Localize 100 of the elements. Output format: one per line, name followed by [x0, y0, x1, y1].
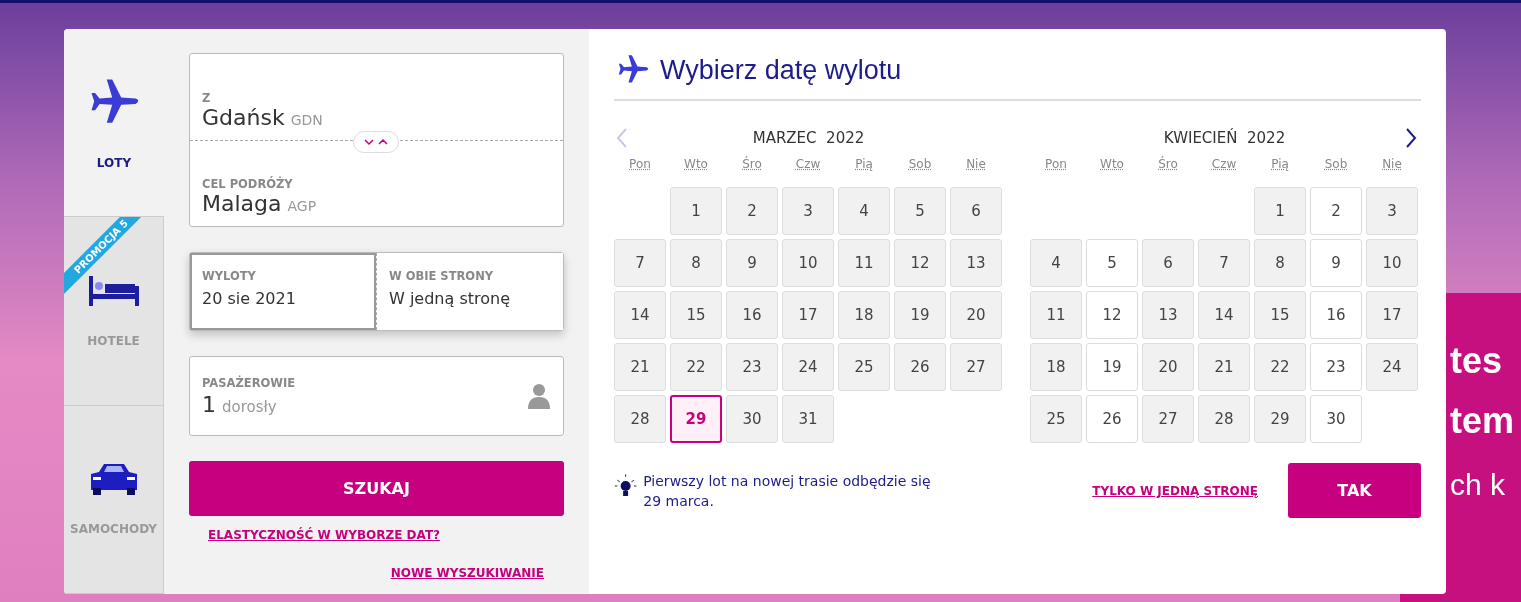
day-cell[interactable]: 3 [1366, 187, 1418, 235]
weekday-label: Wto [1099, 156, 1125, 173]
day-cell[interactable]: 11 [838, 239, 890, 287]
day-cell[interactable]: 4 [838, 187, 890, 235]
weekday-label: Nie [965, 156, 987, 173]
one-way-link[interactable]: TYLKO W JEDNĄ STRONĘ [1092, 483, 1258, 498]
day-cell[interactable]: 25 [1030, 395, 1082, 443]
promo-text: ch k [1450, 467, 1506, 503]
field-label: PASAŻEROWIE [202, 375, 296, 390]
field-label: Z [202, 91, 212, 105]
day-cell[interactable]: 15 [670, 291, 722, 339]
promo-text: tem [1450, 399, 1515, 443]
day-cell[interactable]: 8 [1254, 239, 1306, 287]
day-cell[interactable]: 10 [1366, 239, 1418, 287]
weekday-label: Sob [1323, 156, 1349, 173]
day-cell[interactable]: 29 [1254, 395, 1306, 443]
day-cell[interactable]: 27 [950, 343, 1002, 391]
weekday-label: Czw [1210, 156, 1238, 173]
passenger-type: dorosły [222, 397, 277, 416]
day-cell[interactable]: 23 [726, 343, 778, 391]
search-button[interactable]: SZUKAJ [189, 461, 564, 516]
day-cell[interactable]: 14 [1198, 291, 1250, 339]
weekday-label: Pią [1270, 156, 1290, 173]
info-note: Pierwszy lot na nowej trasie odbędzie się 29 marca. [643, 471, 932, 511]
day-cell[interactable]: 16 [726, 291, 778, 339]
calendar-title: Wybierz datę wylotu [660, 54, 902, 86]
confirm-button[interactable]: TAK [1288, 463, 1421, 518]
day-cell[interactable]: 30 [1310, 395, 1362, 443]
day-cell[interactable]: 26 [894, 343, 946, 391]
next-month-button[interactable] [1403, 127, 1419, 149]
weekday-label: Sob [907, 156, 933, 173]
day-cell[interactable]: 28 [614, 395, 666, 443]
day-cell[interactable]: 22 [1254, 343, 1306, 391]
airport-code: GDN [290, 112, 323, 128]
flexible-dates-link[interactable]: ELASTYCZNOŚĆ W WYBORZE DAT? [208, 528, 441, 542]
day-cell[interactable]: 12 [1086, 291, 1138, 339]
day-cell[interactable]: 21 [614, 343, 666, 391]
day-cell[interactable]: 7 [1198, 239, 1250, 287]
day-cell[interactable]: 5 [894, 187, 946, 235]
day-cell[interactable]: 9 [1310, 239, 1362, 287]
day-cell[interactable]: 27 [1142, 395, 1194, 443]
passenger-count: 1 [202, 391, 216, 417]
route-field[interactable]: Z Gdańsk GDN CEL PODRÓŻY Malaga AGP [189, 53, 564, 227]
day-cell[interactable]: 23 [1310, 343, 1362, 391]
weekday-label: Pon [1044, 156, 1068, 173]
day-cell[interactable]: 20 [1142, 343, 1194, 391]
day-cell[interactable]: 14 [614, 291, 666, 339]
day-cell[interactable]: 19 [894, 291, 946, 339]
day-cell[interactable]: 24 [782, 343, 834, 391]
day-cell[interactable]: 17 [1366, 291, 1418, 339]
city-name: Malaga [202, 191, 282, 216]
day-cell[interactable]: 15 [1254, 291, 1306, 339]
weekday-label: Nie [1381, 156, 1403, 173]
day-cell[interactable]: 9 [726, 239, 778, 287]
day-cell[interactable]: 30 [726, 395, 778, 443]
category-tab[interactable]: LOTY [64, 29, 164, 218]
day-cell[interactable]: 6 [1142, 239, 1194, 287]
day-cell[interactable]: 24 [1366, 343, 1418, 391]
passengers-field[interactable]: PASAŻEROWIE 1 dorosły [189, 356, 564, 436]
day-cell[interactable]: 22 [670, 343, 722, 391]
day-cell[interactable]: 6 [950, 187, 1002, 235]
day-cell[interactable]: 4 [1030, 239, 1082, 287]
day-cell[interactable]: 31 [782, 395, 834, 443]
new-search-link[interactable]: NOWE WYSZUKIWANIE [390, 566, 544, 580]
day-cell[interactable]: 20 [950, 291, 1002, 339]
day-cell[interactable]: 8 [670, 239, 722, 287]
promo-text: tes [1450, 339, 1503, 383]
day-cell[interactable]: 16 [1310, 291, 1362, 339]
day-cell[interactable]: 7 [614, 239, 666, 287]
person-icon [527, 383, 551, 409]
day-cell[interactable]: 19 [1086, 343, 1138, 391]
day-cell[interactable]: 17 [782, 291, 834, 339]
day-cell[interactable]: 3 [782, 187, 834, 235]
day-cell[interactable]: 25 [838, 343, 890, 391]
swap-button[interactable] [353, 131, 399, 153]
day-cell[interactable]: 1 [1254, 187, 1306, 235]
weekday-label: Śro [741, 155, 763, 173]
day-cell[interactable]: 18 [1030, 343, 1082, 391]
day-cell[interactable]: 10 [782, 239, 834, 287]
month-title: KWIECIEŃ 2022 [1163, 129, 1286, 147]
car-icon [88, 462, 139, 497]
day-cell[interactable]: 26 [1086, 395, 1138, 443]
day-cell[interactable]: 21 [1198, 343, 1250, 391]
day-cell[interactable]: 29 [670, 395, 722, 443]
weekday-label: Pią [854, 156, 874, 173]
weekday-label: Wto [683, 156, 709, 173]
day-cell[interactable]: 13 [950, 239, 1002, 287]
day-cell[interactable]: 18 [838, 291, 890, 339]
day-cell[interactable]: 28 [1198, 395, 1250, 443]
day-cell[interactable]: 13 [1142, 291, 1194, 339]
month-title: MARZEC 2022 [752, 129, 865, 147]
day-cell[interactable]: 11 [1030, 291, 1082, 339]
day-cell[interactable]: 5 [1086, 239, 1138, 287]
day-cell[interactable]: 1 [670, 187, 722, 235]
day-cell[interactable]: 12 [894, 239, 946, 287]
day-cell[interactable]: 2 [1310, 187, 1362, 235]
field-label: CEL PODRÓŻY [202, 177, 294, 191]
day-cell[interactable]: 2 [726, 187, 778, 235]
chevrons-icon [363, 137, 389, 147]
bed-icon [88, 274, 139, 308]
